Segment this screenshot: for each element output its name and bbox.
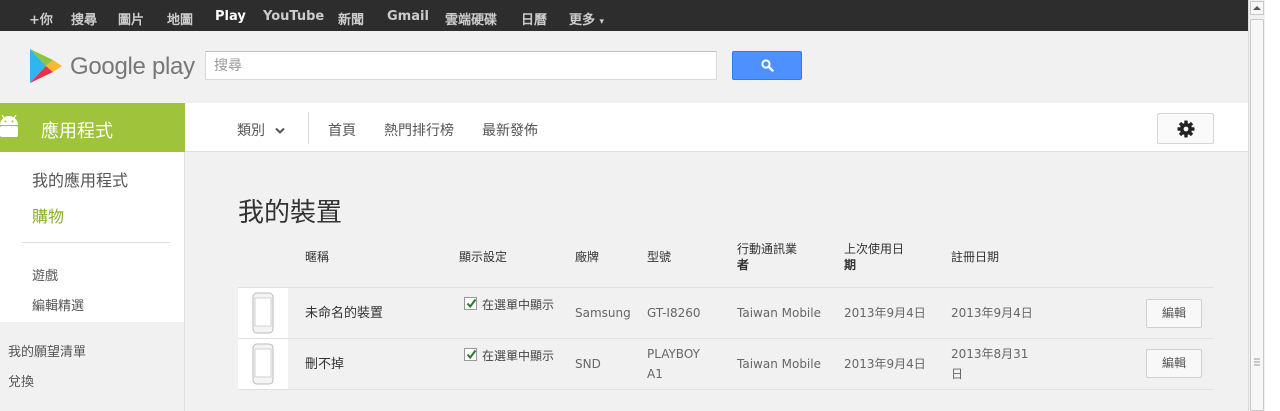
window-right-margin [1265, 0, 1280, 411]
topbar-link-youtube[interactable]: YouTube [263, 9, 324, 24]
settings-button[interactable] [1157, 113, 1214, 144]
apps-tab-label: 應用程式 [41, 121, 113, 142]
category-nav: 應用程式 類別 首頁 熱門排行榜 最新發佈 [0, 103, 1248, 152]
column-header-carrier-line1: 行動通訊業 [737, 242, 798, 256]
device-model: GT-I8260 [647, 306, 701, 320]
device-brand: SND [575, 357, 601, 371]
sidebar-item-my-apps[interactable]: 我的應用程式 [32, 167, 128, 191]
gear-icon [1177, 120, 1195, 138]
topbar-link-play[interactable]: Play [215, 9, 246, 24]
sidebar-item-editors-choice[interactable]: 編輯精選 [32, 295, 84, 314]
left-sidebar: 我的應用程式 購物 遊戲 編輯精選 我的願望清單 兌換 [0, 152, 185, 411]
device-nickname: 未命名的裝置 [305, 306, 384, 321]
device-thumbnail [238, 339, 288, 389]
topbar-link-plus[interactable]: +你 [29, 9, 53, 28]
search-button[interactable] [732, 51, 802, 80]
device-model: PLAYBOY A1 [647, 347, 700, 381]
edit-device-button[interactable]: 編輯 [1146, 349, 1202, 378]
scroll-up-arrow-icon[interactable] [1250, 1, 1264, 15]
nav-divider [308, 112, 309, 144]
edit-device-button[interactable]: 編輯 [1146, 299, 1202, 328]
topbar-link-maps[interactable]: 地圖 [167, 9, 193, 28]
scrollbar-grip-icon [1254, 358, 1260, 366]
column-header-last-used-line2: 期 [844, 258, 857, 272]
apps-tab[interactable]: 應用程式 [0, 103, 185, 152]
column-header-last-used-line1: 上次使用日 [844, 242, 905, 256]
google-top-bar: +你 搜尋 圖片 地圖 Play YouTube 新聞 Gmail 雲端硬碟 日… [0, 0, 1248, 31]
sidebar-item-games[interactable]: 遊戲 [32, 265, 58, 284]
sidebar-divider [22, 242, 170, 243]
phone-icon [252, 343, 274, 385]
search-icon [761, 59, 774, 72]
column-header-carrier-line2: 者 [737, 258, 750, 272]
nav-link-new-releases[interactable]: 最新發佈 [482, 120, 538, 140]
device-brand: Samsung [575, 306, 631, 320]
category-dropdown[interactable]: 類別 [237, 120, 286, 140]
show-in-menu-label: 在選單中顯示 [482, 349, 555, 363]
play-header: Google play [0, 31, 1248, 103]
nav-link-home[interactable]: 首頁 [328, 120, 356, 140]
topbar-more-label: 更多 [569, 13, 596, 28]
sidebar-item-wishlist[interactable]: 我的願望清單 [8, 341, 86, 360]
column-header-registered: 註冊日期 [951, 250, 1000, 264]
show-in-menu-label: 在選單中顯示 [482, 298, 555, 312]
device-thumbnail [238, 288, 288, 338]
device-nickname: 刪不掉 [305, 357, 345, 372]
device-registered: 2013年9月4日 [951, 306, 1033, 320]
phone-icon [252, 292, 274, 334]
nav-link-top-charts[interactable]: 熱門排行榜 [384, 120, 454, 140]
device-last-used: 2013年9月4日 [844, 306, 926, 320]
column-header-last-used: 上次使用日 期 [844, 241, 904, 273]
device-registered: 2013年8月31日 [951, 347, 1029, 381]
table-divider [238, 287, 1213, 288]
topbar-link-drive[interactable]: 雲端硬碟 [445, 9, 497, 28]
table-divider [238, 389, 1213, 390]
topbar-link-search[interactable]: 搜尋 [71, 9, 97, 28]
topbar-link-gmail[interactable]: Gmail [387, 9, 429, 24]
sidebar-item-redeem[interactable]: 兌換 [8, 371, 34, 390]
google-play-logo-icon[interactable] [28, 48, 64, 84]
device-carrier: Taiwan Mobile [737, 306, 821, 320]
table-divider [238, 338, 1213, 339]
column-header-model: 型號 [647, 250, 672, 264]
android-icon [0, 115, 18, 137]
page-title: 我的裝置 [238, 198, 343, 228]
topbar-link-images[interactable]: 圖片 [118, 9, 144, 28]
device-carrier: Taiwan Mobile [737, 357, 821, 371]
column-header-nickname: 暱稱 [305, 250, 330, 264]
device-last-used: 2013年9月4日 [844, 357, 926, 371]
chevron-down-icon: ▾ [599, 17, 605, 27]
search-input[interactable] [205, 51, 717, 80]
sidebar-border [184, 152, 185, 411]
google-play-wordmark[interactable]: Google play [70, 53, 195, 81]
topbar-link-news[interactable]: 新聞 [338, 9, 364, 28]
column-header-carrier: 行動通訊業 者 [737, 241, 797, 273]
sidebar-item-shop[interactable]: 購物 [32, 203, 64, 227]
category-label: 類別 [237, 123, 265, 139]
column-header-brand: 廠牌 [575, 250, 600, 264]
scrollbar-thumb[interactable] [1250, 19, 1264, 411]
column-header-display: 顯示設定 [459, 250, 508, 264]
topbar-link-more[interactable]: 更多 ▾ [569, 9, 604, 28]
chevron-down-icon [275, 127, 286, 134]
topbar-link-calendar[interactable]: 日曆 [521, 9, 547, 28]
